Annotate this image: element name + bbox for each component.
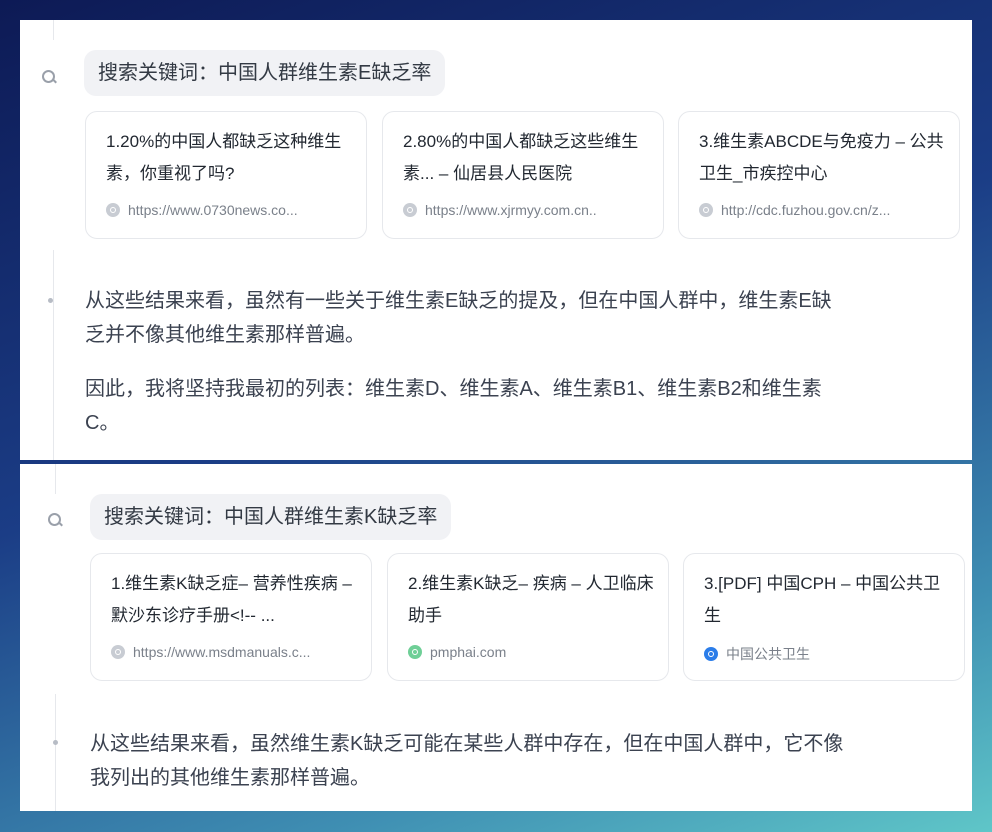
response-paragraph: 因此，我将坚持我最初的列表：维生素D、维生素A、维生素B1、维生素B2和维生素C…: [85, 378, 822, 434]
result-title: 2.80%的中国人都缺乏这些维生素... – 仙居县人民医院: [403, 132, 639, 183]
response-paragraph: 从这些结果来看，虽然有一些关于维生素E缺乏的提及，但在中国人群中，维生素E缺乏并…: [85, 290, 832, 346]
timeline-line: [55, 464, 56, 494]
search-keyword-pill[interactable]: 搜索关键词：中国人群维生素E缺乏率: [84, 50, 446, 96]
search-icon: [48, 513, 61, 526]
search-result-card[interactable]: 1.维生素K缺乏症– 营养性疾病 – 默沙东诊疗手册<!-- ... https…: [90, 553, 372, 681]
site-logo-icon: [704, 647, 718, 661]
link-icon: [106, 203, 120, 217]
timeline-line: [53, 250, 54, 460]
chat-panel-top: 搜索关键词：中国人群维生素E缺乏率 1.20%的中国人都缺乏这种维生素，你重视了…: [20, 20, 972, 460]
search-result-card[interactable]: 2.80%的中国人都缺乏这些维生素... – 仙居县人民医院 https://w…: [382, 111, 664, 239]
link-icon: [403, 203, 417, 217]
search-keyword-pill[interactable]: 搜索关键词：中国人群维生素K缺乏率: [90, 494, 452, 540]
response-paragraph: 从这些结果来看，虽然维生素K缺乏可能在某些人群中存在，但在中国人群中，它不像我列…: [90, 733, 844, 789]
site-logo-icon: [408, 645, 422, 659]
result-source: http://cdc.fuzhou.gov.cn/z...: [699, 202, 945, 218]
result-url: https://www.0730news.co...: [128, 202, 298, 218]
timeline-line: [55, 694, 56, 811]
chat-panel-bottom: 搜索关键词：中国人群维生素K缺乏率 1.维生素K缺乏症– 营养性疾病 – 默沙东…: [20, 464, 972, 811]
search-result-card[interactable]: 3.[PDF] 中国CPH – 中国公共卫生 中国公共卫生: [683, 553, 965, 681]
result-title: 1.维生素K缺乏症– 营养性疾病 – 默沙东诊疗手册<!-- ...: [111, 574, 352, 625]
result-title: 3.[PDF] 中国CPH – 中国公共卫生: [704, 574, 941, 625]
result-source: https://www.0730news.co...: [106, 202, 352, 218]
search-result-card[interactable]: 3.维生素ABCDE与免疫力 – 公共卫生_市疾控中心 http://cdc.f…: [678, 111, 960, 239]
result-url: http://cdc.fuzhou.gov.cn/z...: [721, 202, 891, 218]
result-url: 中国公共卫生: [726, 646, 810, 662]
search-result-card[interactable]: 2.维生素K缺乏– 疾病 – 人卫临床助手 pmphai.com: [387, 553, 669, 681]
result-source: https://www.xjrmyy.com.cn..: [403, 202, 649, 218]
search-result-card[interactable]: 1.20%的中国人都缺乏这种维生素，你重视了吗? https://www.073…: [85, 111, 367, 239]
link-icon: [699, 203, 713, 217]
result-title: 1.20%的中国人都缺乏这种维生素，你重视了吗?: [106, 132, 342, 183]
bullet-dot: [48, 298, 53, 303]
result-title: 3.维生素ABCDE与免疫力 – 公共卫生_市疾控中心: [699, 132, 944, 183]
link-icon: [111, 645, 125, 659]
bullet-dot: [53, 740, 58, 745]
result-source: https://www.msdmanuals.c...: [111, 644, 357, 660]
result-url: https://www.msdmanuals.c...: [133, 644, 311, 660]
result-url: pmphai.com: [430, 644, 507, 660]
result-source: 中国公共卫生: [704, 644, 950, 664]
result-source: pmphai.com: [408, 644, 654, 660]
search-icon: [42, 70, 55, 83]
timeline-line: [53, 20, 54, 40]
result-url: https://www.xjrmyy.com.cn..: [425, 202, 597, 218]
result-title: 2.维生素K缺乏– 疾病 – 人卫临床助手: [408, 574, 654, 625]
